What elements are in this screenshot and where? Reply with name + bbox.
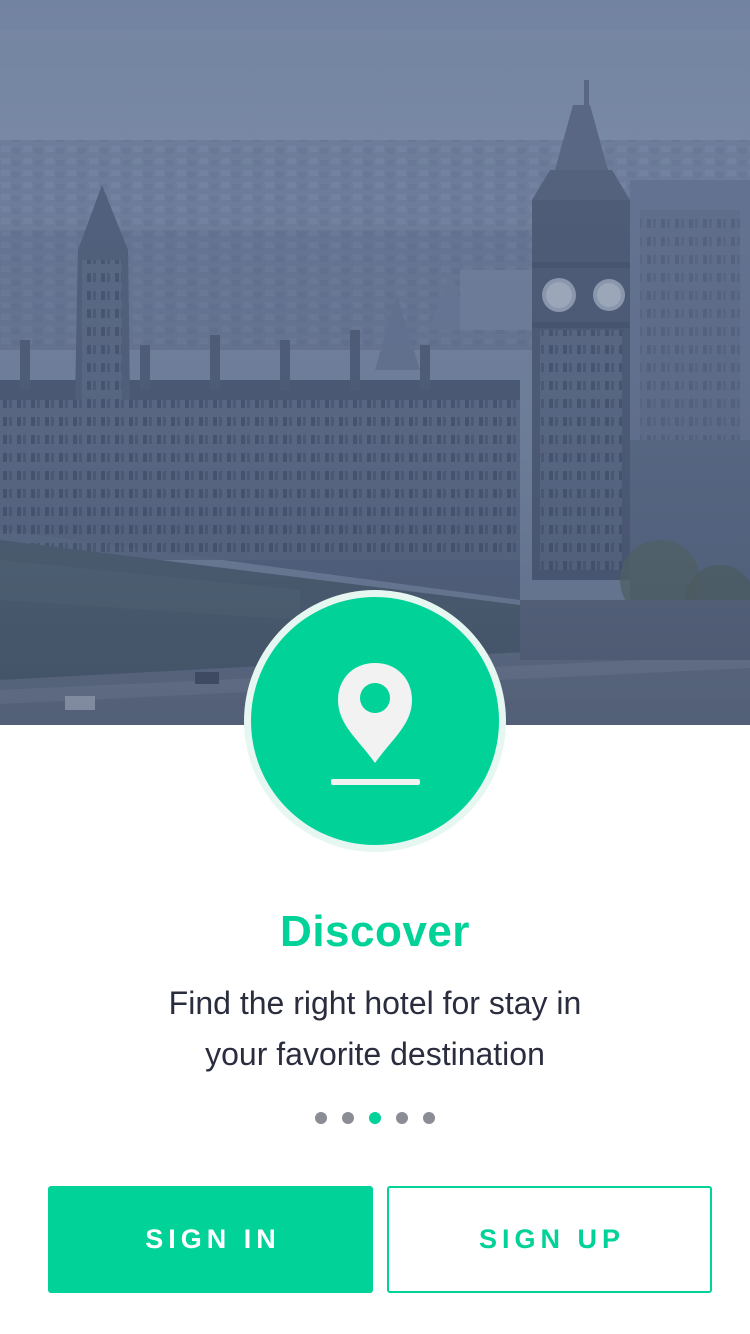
page-subtitle: Find the right hotel for stay in your fa… <box>100 978 650 1080</box>
badge-ring <box>244 590 506 852</box>
page-dot-1[interactable] <box>315 1112 327 1124</box>
page-dot-2[interactable] <box>342 1112 354 1124</box>
sign-up-button[interactable]: SIGN UP <box>387 1186 712 1293</box>
sign-in-button[interactable]: SIGN IN <box>48 1186 373 1293</box>
page-dot-3-active[interactable] <box>369 1112 381 1124</box>
location-badge <box>251 597 499 845</box>
subtitle-line-2: your favorite destination <box>205 1036 545 1072</box>
page-title: Discover <box>280 907 470 956</box>
location-pin-icon <box>331 663 420 785</box>
page-dot-4[interactable] <box>396 1112 408 1124</box>
subtitle-line-1: Find the right hotel for stay in <box>168 985 582 1021</box>
page-indicator <box>0 1112 750 1124</box>
page-dot-5[interactable] <box>423 1112 435 1124</box>
